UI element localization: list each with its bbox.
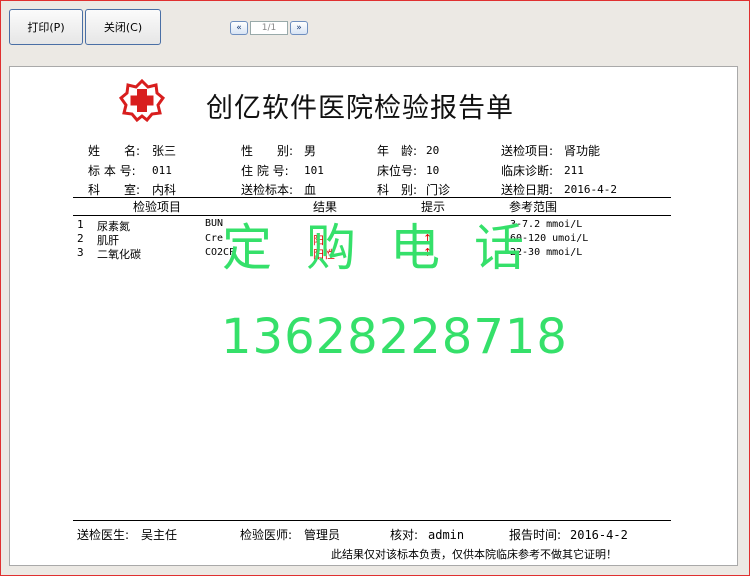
category: 门诊 <box>426 183 451 197</box>
sample: 血 <box>304 183 317 197</box>
name-label: 姓 名: <box>88 144 141 158</box>
row-item-code: Cre <box>205 233 224 244</box>
close-button[interactable]: 关闭(C) <box>85 9 161 45</box>
pager: « 1/1 » <box>230 21 308 35</box>
sample-label: 送检标本: <box>241 183 294 197</box>
date-label: 送检日期: <box>501 183 554 197</box>
print-button[interactable]: 打印(P) <box>9 9 83 45</box>
bed-label: 床位号: <box>377 164 418 178</box>
inpatient-no: 101 <box>304 164 324 177</box>
patient-gender: 男 <box>304 144 317 158</box>
patient-name: 张三 <box>152 144 177 158</box>
row-item-code: BUN <box>205 218 224 229</box>
footer-rule <box>73 520 671 521</box>
hospital-logo-icon <box>118 78 166 122</box>
row-item-name: 二氧化碳 <box>97 248 141 261</box>
next-page-button[interactable]: » <box>290 21 308 35</box>
bed-no: 10 <box>426 164 440 177</box>
test-item: 肾功能 <box>564 144 601 158</box>
tester-doctor: 管理员 <box>304 528 341 542</box>
patient-age: 20 <box>426 144 440 157</box>
prev-page-button[interactable]: « <box>230 21 248 35</box>
tester-label: 检验医师: <box>240 528 293 542</box>
send-date: 2016-4-2 <box>564 183 617 196</box>
dept-label: 科 室: <box>88 183 141 197</box>
age-label: 年 龄: <box>377 144 418 158</box>
checker: admin <box>428 528 465 542</box>
specimen-no: 011 <box>152 164 172 177</box>
report-time: 2016-4-2 <box>570 528 628 542</box>
report-title: 创亿软件医院检验报告单 <box>206 93 514 124</box>
row-no: 2 <box>77 232 84 245</box>
checker-label: 核对: <box>390 528 419 542</box>
col-header-item: 检验项目 <box>133 200 182 214</box>
row-no: 3 <box>77 246 84 259</box>
disclaimer: 此结果仅对该标本负责，仅供本院临床参考不做其它证明！ <box>331 548 617 561</box>
watermark-phone: 13628228718 <box>221 309 568 365</box>
report-time-label: 报告时间: <box>509 528 562 542</box>
sender-label: 送检医生: <box>77 528 130 542</box>
dept: 内科 <box>152 183 177 197</box>
inpatient-no-label: 住 院 号: <box>241 164 289 178</box>
test-item-label: 送检项目: <box>501 144 554 158</box>
row-no: 1 <box>77 218 84 231</box>
category-label: 科 别: <box>377 183 418 197</box>
specimen-no-label: 标 本 号: <box>88 164 136 178</box>
sender-doctor: 吴主任 <box>141 528 178 542</box>
page-indicator[interactable]: 1/1 <box>250 21 288 35</box>
diagnosis-label: 临床诊断: <box>501 164 554 178</box>
diagnosis: 211 <box>564 164 584 177</box>
gender-label: 性 别: <box>241 144 294 158</box>
watermark-text: 定购电话 <box>222 219 558 277</box>
